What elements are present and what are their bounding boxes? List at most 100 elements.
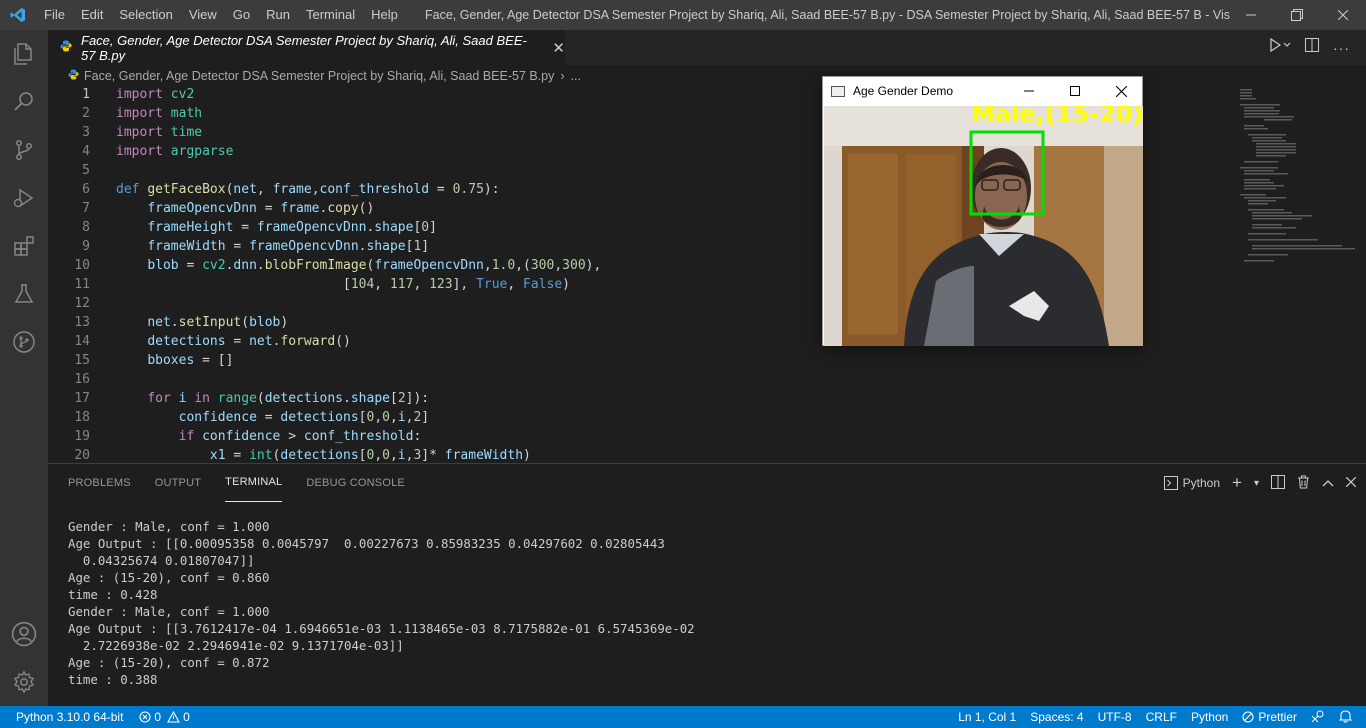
- extensions-icon: [14, 236, 34, 256]
- popup-title: Age Gender Demo: [853, 84, 954, 98]
- detection-label: Male,(15-20): [971, 106, 1143, 128]
- tab-label: Face, Gender, Age Detector DSA Semester …: [81, 32, 527, 63]
- testing-button[interactable]: [0, 270, 48, 318]
- close-icon: [1345, 476, 1357, 488]
- run-debug-button[interactable]: [0, 174, 48, 222]
- line-number: 1: [82, 87, 90, 102]
- menu-go[interactable]: Go: [225, 0, 258, 30]
- code-line: if confidence > conf_threshold:: [178, 429, 422, 444]
- account-icon: [11, 621, 37, 647]
- minimize-icon: [1246, 14, 1256, 16]
- line-number: 12: [74, 296, 90, 311]
- line-number: 13: [74, 315, 90, 330]
- window-app-icon: [831, 85, 845, 97]
- breadcrumb-more[interactable]: ...: [571, 69, 581, 83]
- menu-bar: File Edit Selection View Go Run Terminal…: [36, 0, 406, 30]
- code-line: import argparse: [116, 144, 234, 159]
- breadcrumb-file[interactable]: Face, Gender, Age Detector DSA Semester …: [84, 69, 554, 83]
- split-editor-icon: [1305, 38, 1319, 52]
- play-icon: [1270, 37, 1291, 53]
- popup-maximize-button[interactable]: [1052, 77, 1098, 105]
- code-line: frameHeight = frameOpencvDnn.shape[0]: [147, 220, 437, 235]
- line-number: 10: [74, 258, 90, 273]
- popup-minimize-button[interactable]: [1006, 77, 1052, 105]
- prettier-label: Prettier: [1258, 710, 1297, 724]
- feedback-icon: [1311, 710, 1324, 722]
- menu-file[interactable]: File: [36, 0, 73, 30]
- editor-tab-bar: Face, Gender, Age Detector DSA Semester …: [48, 30, 1366, 65]
- minimap[interactable]: [1240, 87, 1355, 267]
- code-line: frameWidth = frameOpencvDnn.shape[1]: [147, 239, 430, 254]
- accounts-button[interactable]: [0, 610, 48, 658]
- git-graph-button[interactable]: [0, 318, 48, 366]
- title-bar: File Edit Selection View Go Run Terminal…: [0, 0, 1366, 30]
- tab-output[interactable]: OUTPUT: [155, 464, 201, 502]
- chevron-down-icon[interactable]: ▾: [1254, 478, 1259, 489]
- tab-terminal[interactable]: TERMINAL: [225, 464, 283, 502]
- extensions-button[interactable]: [0, 222, 48, 270]
- menu-terminal[interactable]: Terminal: [298, 0, 363, 30]
- chevron-right-icon: ›: [560, 69, 565, 83]
- line-number: 20: [74, 448, 90, 463]
- window-title: Face, Gender, Age Detector DSA Semester …: [425, 8, 1230, 22]
- feedback-button[interactable]: [1311, 709, 1325, 726]
- tab-close-icon[interactable]: ✕: [552, 39, 565, 57]
- code-editor[interactable]: 1 import cv2 2 import math 3 import time…: [48, 87, 1366, 463]
- minimize-button[interactable]: [1228, 0, 1274, 30]
- popup-close-button[interactable]: [1098, 77, 1144, 105]
- terminal-line: 0.04325674 0.01807047]]: [68, 553, 255, 568]
- indentation[interactable]: Spaces: 4: [1030, 710, 1083, 724]
- search-button[interactable]: [0, 78, 48, 126]
- split-editor-button[interactable]: [1305, 38, 1319, 57]
- git-graph-icon: [13, 331, 35, 353]
- problems-status[interactable]: 0 0: [139, 710, 190, 724]
- run-file-button[interactable]: [1269, 37, 1291, 57]
- new-terminal-button[interactable]: +: [1232, 473, 1242, 493]
- terminal-line: Gender : Male, conf = 1.000: [68, 604, 270, 619]
- close-icon: [1115, 85, 1127, 97]
- notifications-button[interactable]: [1338, 709, 1353, 726]
- code-line: def getFaceBox(net, frame,conf_threshold…: [116, 182, 500, 197]
- kill-terminal-button[interactable]: [1297, 475, 1310, 492]
- code-line: x1 = int(detections[0,0,i,3]* frameWidth…: [209, 448, 531, 463]
- manage-button[interactable]: [0, 658, 48, 706]
- prettier-status[interactable]: Prettier: [1242, 710, 1297, 724]
- more-actions-button[interactable]: ···: [1333, 40, 1350, 56]
- tab-problems[interactable]: PROBLEMS: [68, 464, 131, 502]
- line-number: 6: [82, 182, 90, 197]
- close-button[interactable]: [1320, 0, 1366, 30]
- encoding[interactable]: UTF-8: [1098, 710, 1132, 724]
- code-line: frameOpencvDnn = frame.copy(): [147, 201, 375, 216]
- warning-count: 0: [183, 710, 190, 724]
- menu-selection[interactable]: Selection: [111, 0, 180, 30]
- terminal-output[interactable]: Gender : Male, conf = 1.000 Age Output : …: [68, 518, 695, 688]
- restore-button[interactable]: [1274, 0, 1320, 30]
- python-file-icon: [60, 40, 75, 55]
- trash-icon: [1298, 475, 1309, 488]
- language-mode[interactable]: Python: [1191, 710, 1228, 724]
- line-ending[interactable]: CRLF: [1146, 710, 1177, 724]
- split-terminal-button[interactable]: [1271, 474, 1285, 492]
- menu-run[interactable]: Run: [258, 0, 298, 30]
- python-interpreter[interactable]: Python 3.10.0 64-bit: [16, 710, 123, 724]
- cursor-position[interactable]: Ln 1, Col 1: [958, 710, 1016, 724]
- terminal-shell-selector[interactable]: Python: [1163, 476, 1221, 490]
- close-panel-button[interactable]: [1345, 476, 1357, 490]
- terminal-icon: [1163, 476, 1178, 490]
- python-file-icon: [68, 69, 84, 83]
- webcam-frame: Male,(15-20): [824, 106, 1143, 346]
- tab-main-file[interactable]: Face, Gender, Age Detector DSA Semester …: [48, 30, 565, 65]
- code-line: [104, 117, 123], True, False): [116, 277, 570, 292]
- tab-debug-console[interactable]: DEBUG CONSOLE: [306, 464, 405, 502]
- terminal-shell-label: Python: [1182, 476, 1221, 490]
- maximize-panel-button[interactable]: [1322, 476, 1334, 490]
- terminal-line: 2.7226938e-02 2.2946941e-02 9.1371704e-0…: [68, 638, 404, 653]
- source-control-button[interactable]: [0, 126, 48, 174]
- menu-edit[interactable]: Edit: [73, 0, 111, 30]
- explorer-button[interactable]: [0, 30, 48, 78]
- terminal-line: time : 0.388: [68, 672, 158, 687]
- age-gender-demo-window[interactable]: Age Gender Demo Male,(15-20): [822, 76, 1143, 346]
- menu-help[interactable]: Help: [363, 0, 406, 30]
- menu-view[interactable]: View: [181, 0, 225, 30]
- code-line: for i in range(detections.shape[2]):: [147, 391, 430, 406]
